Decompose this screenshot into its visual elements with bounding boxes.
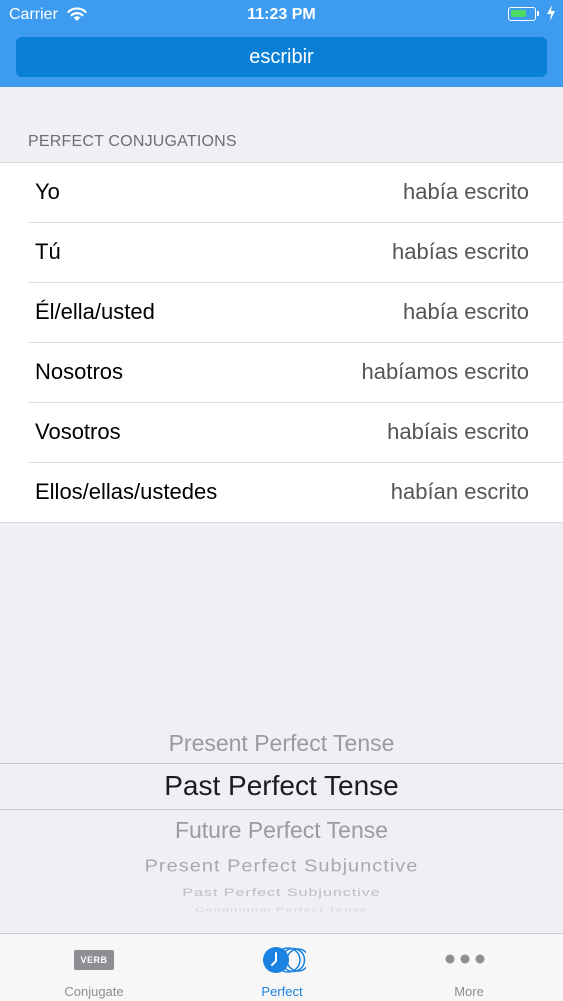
conjugated-form: habíamos escrito — [361, 359, 529, 384]
conjugation-row[interactable]: Tú habías escrito — [28, 223, 563, 283]
conjugated-form: habíais escrito — [387, 419, 529, 444]
pronoun-label: Yo — [35, 179, 60, 204]
tab-label-more: More — [454, 984, 484, 999]
conjugated-form: habías escrito — [392, 239, 529, 264]
tab-more[interactable]: More — [375, 934, 563, 1001]
picker-selection-top-line — [0, 763, 563, 764]
tab-conjugate[interactable]: VERB Conjugate — [0, 934, 188, 1001]
perfect-icon — [263, 947, 306, 973]
charging-bolt-icon — [547, 5, 555, 21]
pronoun-label: Tú — [35, 239, 61, 264]
tab-perfect[interactable]: Perfect — [188, 934, 376, 1001]
header-bar: Carrier 11:23 PM escribir — [0, 0, 563, 87]
picker-option[interactable]: Present Perfect Subjunctive — [0, 856, 563, 877]
conjugated-form: había escrito — [403, 299, 529, 324]
conjugation-row[interactable]: Ellos/ellas/ustedes habían escrito — [28, 463, 563, 522]
status-bar: Carrier 11:23 PM — [0, 0, 563, 30]
battery-level — [511, 10, 526, 17]
picker-option[interactable]: Present Perfect Tense — [0, 730, 563, 757]
pronoun-label: Él/ella/usted — [35, 299, 155, 324]
picker-selection-bottom-line — [0, 809, 563, 810]
pronoun-label: Vosotros — [35, 419, 121, 444]
verb-button[interactable]: escribir — [16, 37, 547, 77]
section-title: PERFECT CONJUGATIONS — [28, 133, 237, 150]
conjugated-form: habían escrito — [390, 479, 529, 504]
conjugation-row[interactable]: Nosotros habíamos escrito — [28, 343, 563, 403]
picker-option[interactable]: Past Perfect Subjunctive — [0, 887, 563, 900]
battery-icon — [508, 7, 539, 21]
conjugation-table: Yo había escrito Tú habías escrito Él/ella/u… — [0, 162, 563, 523]
conjugation-row[interactable]: Él/ella/usted había escrito — [28, 283, 563, 343]
tense-picker[interactable]: Present Perfect Tense Past Perfect Tense F… — [0, 720, 563, 915]
pronoun-label: Ellos/ellas/ustedes — [35, 479, 218, 504]
conjugation-row[interactable]: Yo había escrito — [28, 163, 563, 223]
picker-option[interactable]: Conditional Perfect Tense — [0, 906, 563, 913]
tab-label-conjugate: Conjugate — [64, 984, 124, 999]
picker-option[interactable]: Future Perfect Tense — [0, 817, 563, 844]
tab-bar: VERB Conjugate Perfect More — [0, 933, 563, 1001]
more-icon — [445, 954, 485, 964]
verb-icon: VERB — [74, 950, 114, 970]
status-time: 11:23 PM — [247, 6, 316, 23]
conjugated-form: había escrito — [403, 179, 529, 204]
pronoun-label: Nosotros — [35, 359, 124, 384]
conjugation-row[interactable]: Vosotros habíais escrito — [28, 403, 563, 463]
picker-option-selected[interactable]: Past Perfect Tense — [0, 770, 563, 802]
tab-label-perfect: Perfect — [261, 984, 303, 999]
